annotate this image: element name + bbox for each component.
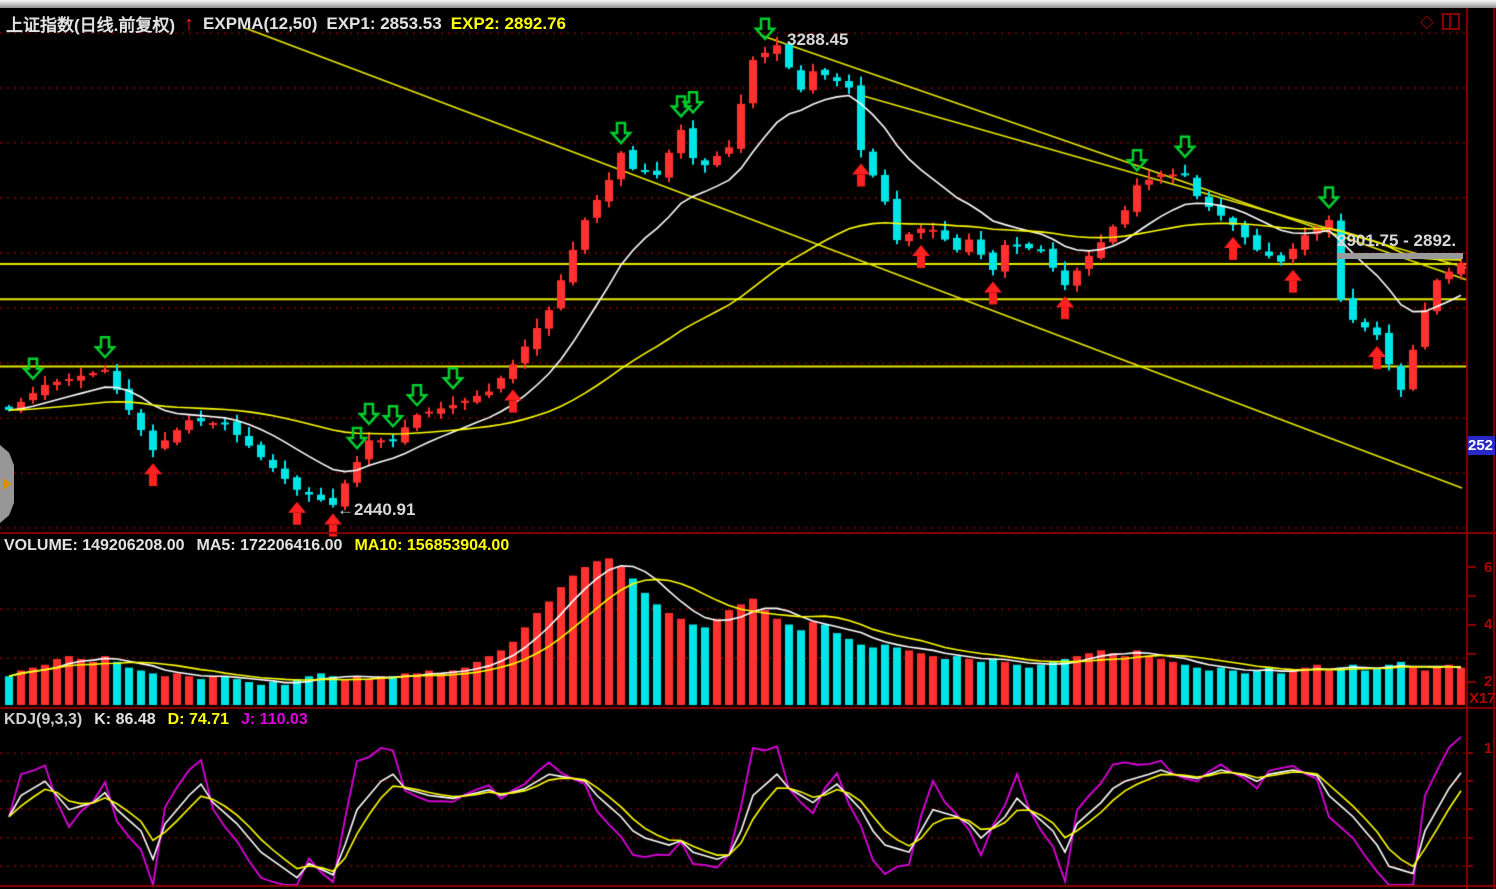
exp1-value: EXP1: 2853.53 [326,14,441,34]
stock-app-window: { "window": { "top_right": { "diamond_ic… [0,0,1496,889]
main-chart-title: 上证指数(日线.前复权) ↑ EXPMA(12,50) EXP1: 2853.5… [6,11,566,36]
kdj-label: KDJ(9,3,3) [4,711,82,729]
volume-axis-label-4: 4 [1484,616,1492,633]
volume-axis-label-6: 6 [1484,559,1492,576]
volume-ma10-value: MA10: 156853904.00 [354,537,509,555]
buy-signal-icon: ↑ [184,17,194,31]
exp2-value: EXP2: 2892.76 [451,14,566,34]
diamond-icon[interactable]: ◇ [1420,12,1434,30]
kdj-d-value: D: 74.71 [168,711,229,729]
volume-axis-label-2: 2 [1484,673,1492,690]
range-annotation: 2901.75 - 2892. [1337,231,1456,251]
drawn-rectangle-annotation[interactable] [1337,253,1463,259]
kdj-panel-title: KDJ(9,3,3) K: 86.48 D: 74.71 J: 110.03 [4,711,308,729]
symbol-title: 上证指数(日线.前复权) [6,11,175,36]
top-toolbar-edge [0,0,1496,8]
price-axis-tag: 252 [1468,436,1495,455]
kdj-axis-label: 1 [1484,740,1492,757]
volume-panel-title: VOLUME: 149206208.00 MA5: 172206416.00 M… [4,537,509,555]
volume-corner-label: X17 [1469,690,1496,707]
trough-price-annotation: ←2440.91 [337,500,415,520]
window-corner-icons: ◇ [1420,12,1460,30]
kdj-j-value: J: 110.03 [241,711,308,729]
peak-price-annotation: 3288.45 [787,30,848,50]
stock-chart-canvas[interactable] [0,0,1496,889]
expand-arrow-icon [3,477,11,491]
split-window-icon[interactable] [1442,13,1460,30]
volume-ma5-value: MA5: 172206416.00 [197,537,343,555]
volume-value: VOLUME: 149206208.00 [4,537,185,555]
indicator-label: EXPMA(12,50) [203,14,317,34]
kdj-k-value: K: 86.48 [94,711,155,729]
